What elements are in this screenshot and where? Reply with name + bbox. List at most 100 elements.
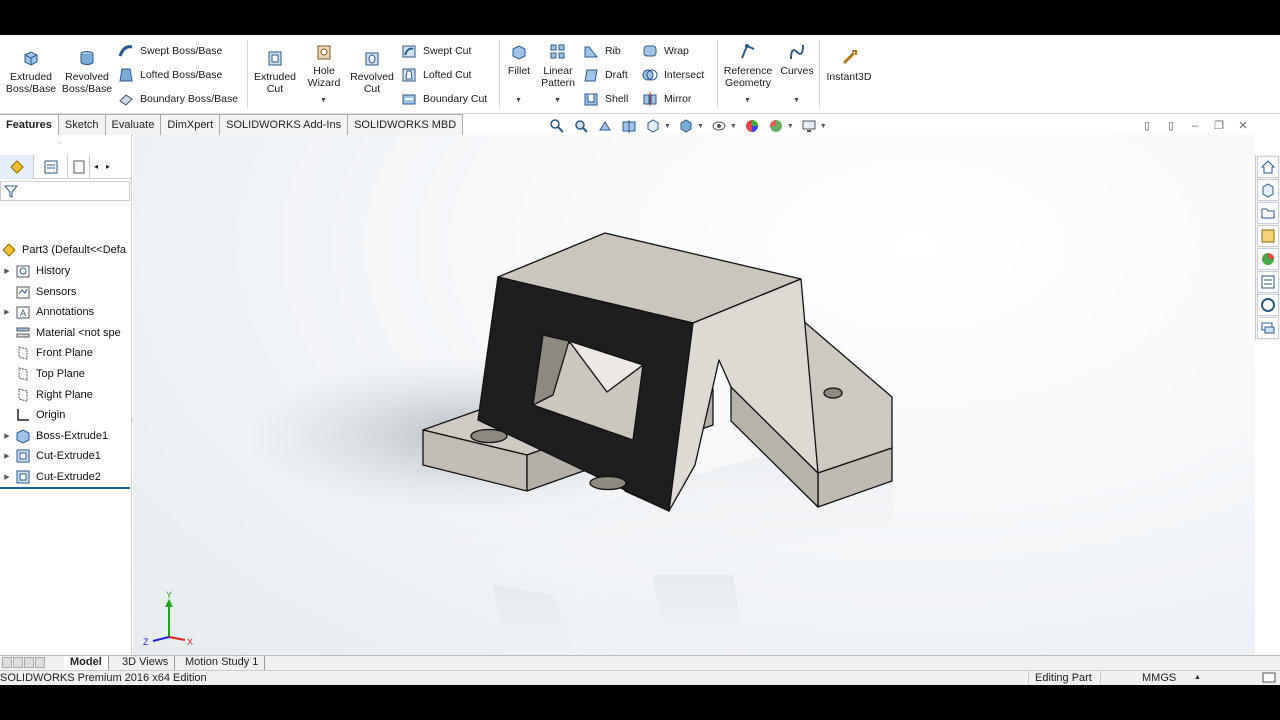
mounting-hole-flange[interactable] — [823, 387, 843, 399]
extruded-cut-button[interactable]: Extruded Cut — [252, 48, 298, 95]
tree-item[interactable]: ▶ History — [0, 261, 132, 281]
home-icon[interactable] — [1257, 156, 1279, 178]
tab-addins[interactable]: SOLIDWORKS Add-Ins — [220, 114, 349, 135]
expand-arrow-icon[interactable]: ▶ — [0, 432, 14, 440]
last-tab-icon[interactable] — [35, 657, 45, 668]
hide-show-items-icon[interactable] — [710, 117, 728, 135]
file-explorer-icon[interactable] — [1257, 202, 1279, 224]
tree-item[interactable]: Material <not spe — [0, 323, 132, 343]
swept-boss-button[interactable]: Swept Boss/Base — [117, 42, 222, 60]
view-palette-icon[interactable] — [1257, 225, 1279, 247]
section-view-icon[interactable] — [620, 117, 638, 135]
hole-wizard-dropdown-icon[interactable]: ▼ — [320, 97, 327, 104]
tile-right-icon[interactable]: ▯ — [1164, 119, 1178, 133]
tree-item[interactable]: Front Plane — [0, 343, 132, 363]
tile-left-icon[interactable]: ▯ — [1140, 119, 1154, 133]
tooltip-toggle-icon[interactable] — [1262, 671, 1276, 685]
design-library-icon[interactable] — [1257, 179, 1279, 201]
tree-item[interactable]: Top Plane — [0, 364, 132, 384]
tab-scroll-left-icon[interactable]: ◂ — [90, 162, 102, 171]
expand-arrow-icon[interactable]: ▶ — [0, 452, 14, 460]
model-viewport[interactable]: Y X Z — [133, 135, 1255, 685]
tab-3d-views[interactable]: 3D Views — [116, 656, 176, 670]
swept-cut-button[interactable]: Swept Cut — [400, 42, 471, 60]
part-model[interactable] — [422, 232, 893, 512]
expand-arrow-icon[interactable]: ▶ — [0, 308, 14, 316]
zoom-to-fit-icon[interactable] — [548, 117, 566, 135]
linear-pattern-dropdown-icon[interactable]: ▼ — [554, 97, 561, 104]
mirror-button[interactable]: Mirror — [641, 90, 691, 108]
tab-model[interactable]: Model — [64, 656, 109, 670]
view-settings-dropdown-icon[interactable]: ▼ — [820, 123, 827, 130]
instant3d-button[interactable]: Instant3D — [823, 48, 875, 83]
fillet-dropdown-icon[interactable]: ▼ — [515, 97, 522, 104]
tree-item[interactable]: Sensors — [0, 282, 132, 302]
lofted-boss-button[interactable]: Lofted Boss/Base — [117, 66, 222, 84]
graphics-area[interactable]: Y X Z — [133, 135, 1255, 685]
previous-view-icon[interactable] — [596, 117, 614, 135]
boundary-boss-button[interactable]: Boundary Boss/Base — [117, 90, 238, 108]
property-manager-tab-icon[interactable] — [34, 154, 68, 179]
mounting-hole-right[interactable] — [589, 475, 627, 491]
configuration-manager-tab-icon[interactable] — [68, 154, 90, 179]
view-settings-icon[interactable] — [800, 117, 818, 135]
units-dropdown-icon[interactable]: ▲ — [1194, 671, 1201, 685]
revolved-boss-button[interactable]: Revolved Boss/Base — [62, 48, 112, 95]
next-tab-icon[interactable] — [24, 657, 34, 668]
view-orientation-icon[interactable] — [644, 117, 662, 135]
intersect-button[interactable]: Intersect — [641, 66, 704, 84]
hole-wizard-button[interactable]: Hole Wizard — [302, 42, 346, 89]
wrap-button[interactable]: Wrap — [641, 42, 689, 60]
tree-item[interactable]: ▶ Cut-Extrude2 — [0, 467, 132, 487]
rollback-bar[interactable] — [0, 487, 130, 489]
close-icon[interactable]: ✕ — [1236, 119, 1250, 133]
solidworks-forum-icon[interactable] — [1257, 294, 1279, 316]
tab-mbd[interactable]: SOLIDWORKS MBD — [348, 114, 464, 135]
shell-button[interactable]: Shell — [582, 90, 628, 108]
zoom-to-area-icon[interactable] — [572, 117, 590, 135]
reference-geometry-dropdown-icon[interactable]: ▼ — [744, 97, 751, 104]
expand-arrow-icon[interactable]: ▶ — [0, 473, 14, 481]
tab-features[interactable]: Features — [0, 114, 59, 135]
tree-item[interactable]: ▶ Cut-Extrude1 — [0, 446, 132, 466]
extruded-boss-button[interactable]: Extruded Boss/Base — [6, 48, 56, 95]
feature-manager-tab-icon[interactable] — [0, 154, 34, 179]
edit-appearance-icon[interactable] — [743, 117, 761, 135]
panel-splitter-icon[interactable]: ◦ — [58, 138, 61, 147]
restore-icon[interactable]: ❐ — [1212, 119, 1226, 133]
feedback-icon[interactable] — [1257, 317, 1279, 339]
curves-dropdown-icon[interactable]: ▼ — [793, 97, 800, 104]
reference-geometry-button[interactable]: Reference Geometry — [721, 42, 775, 89]
apply-scene-icon[interactable] — [767, 117, 785, 135]
tree-item[interactable]: ▶ Boss-Extrude1 — [0, 426, 132, 446]
tab-motion-study-1[interactable]: Motion Study 1 — [179, 656, 266, 670]
boundary-cut-button[interactable]: Boundary Cut — [400, 90, 487, 108]
tree-filter[interactable] — [0, 181, 130, 201]
prev-tab-icon[interactable] — [13, 657, 23, 668]
tree-item[interactable]: ▶ A Annotations — [0, 302, 132, 322]
hide-show-dropdown-icon[interactable]: ▼ — [730, 123, 737, 130]
tree-item[interactable]: Origin — [0, 405, 132, 425]
curves-button[interactable]: Curves — [779, 42, 815, 77]
rib-button[interactable]: Rib — [582, 42, 621, 60]
expand-arrow-icon[interactable]: ▶ — [0, 267, 14, 275]
custom-properties-icon[interactable] — [1257, 271, 1279, 293]
tab-scroll-right-icon[interactable]: ▸ — [102, 162, 114, 171]
fillet-button[interactable]: Fillet — [503, 42, 535, 77]
units-selector[interactable]: MMGS — [1142, 671, 1176, 685]
tree-root-part[interactable]: Part3 (Default<<Defa — [0, 240, 132, 260]
tab-sketch[interactable]: Sketch — [58, 114, 106, 135]
display-style-icon[interactable] — [677, 117, 695, 135]
tab-dimxpert[interactable]: DimXpert — [161, 114, 221, 135]
mounting-hole-left[interactable] — [470, 428, 508, 444]
revolved-cut-button[interactable]: Revolved Cut — [349, 48, 395, 95]
lofted-cut-button[interactable]: Lofted Cut — [400, 66, 471, 84]
draft-button[interactable]: Draft — [582, 66, 628, 84]
minimize-icon[interactable]: – — [1188, 119, 1202, 133]
tab-evaluate[interactable]: Evaluate — [105, 114, 162, 135]
appearances-icon[interactable] — [1257, 248, 1279, 270]
display-style-dropdown-icon[interactable]: ▼ — [697, 123, 704, 130]
view-orientation-dropdown-icon[interactable]: ▼ — [664, 123, 671, 130]
linear-pattern-button[interactable]: Linear Pattern — [538, 42, 578, 89]
tree-item[interactable]: Right Plane — [0, 385, 132, 405]
